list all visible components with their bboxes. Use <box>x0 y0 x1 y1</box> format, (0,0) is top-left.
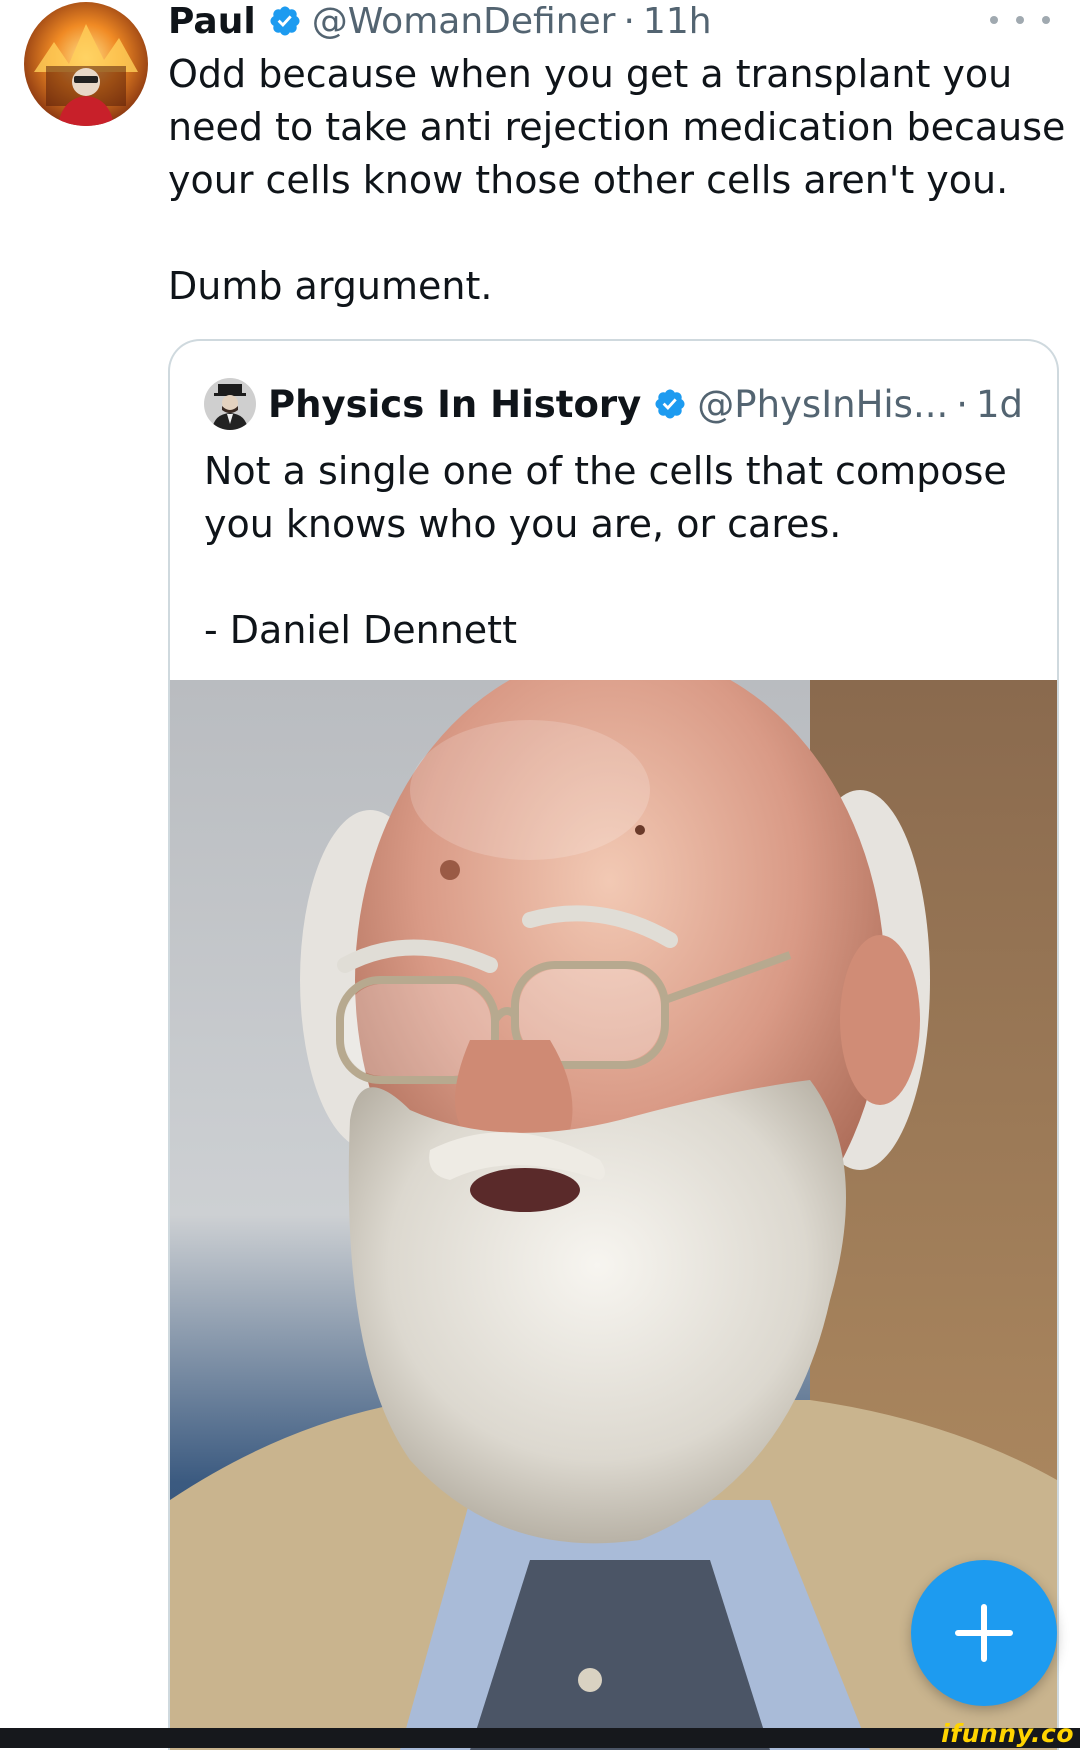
quoted-tweet-card[interactable]: Physics In History @PhysInHis... · 1d No… <box>168 339 1059 1750</box>
tweet-text: Odd because when you get a transplant yo… <box>168 52 1066 308</box>
compose-button[interactable] <box>911 1560 1057 1706</box>
quoted-tweet-timestamp[interactable]: 1d <box>976 383 1023 426</box>
quoted-author-handle[interactable]: @PhysInHis... <box>697 383 948 426</box>
verified-badge-icon[interactable] <box>268 4 302 38</box>
more-options-icon[interactable] <box>990 4 1050 36</box>
man-in-hat-avatar-icon <box>204 378 256 430</box>
quoted-author-display-name[interactable]: Physics In History <box>268 383 641 426</box>
watermark-logo: ifunny.co <box>941 1719 1074 1748</box>
quoted-header-separator: · <box>956 382 968 426</box>
tweet-timestamp[interactable]: 11h <box>643 1 712 42</box>
watermark-bar <box>0 1728 1080 1748</box>
burning-house-avatar-icon <box>24 2 148 126</box>
header-separator: · <box>623 0 635 42</box>
quoted-author-avatar[interactable] <box>204 378 256 430</box>
author-handle[interactable]: @WomanDefiner <box>312 1 616 42</box>
author-avatar[interactable] <box>24 2 148 126</box>
plus-icon <box>955 1604 1013 1662</box>
quoted-tweet-text: Not a single one of the cells that compo… <box>204 449 1007 652</box>
author-display-name[interactable]: Paul <box>168 1 256 42</box>
quoted-tweet-header: Physics In History @PhysInHis... · 1d <box>204 378 1023 430</box>
tweet-header: Paul @WomanDefiner · 11h <box>168 0 712 42</box>
verified-badge-icon[interactable] <box>653 387 687 421</box>
